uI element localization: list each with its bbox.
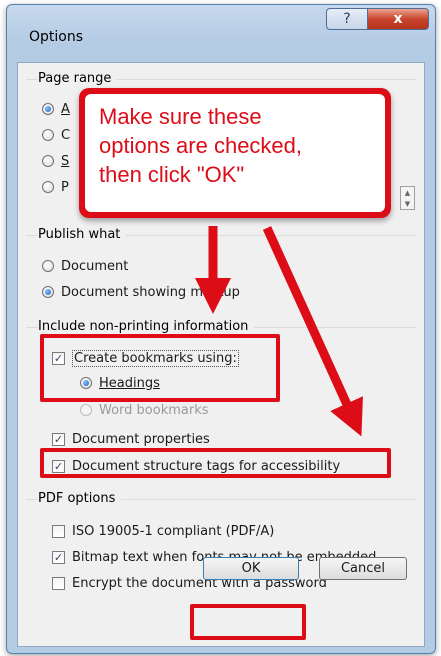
check-icon[interactable]: ✓	[52, 550, 65, 564]
page-range-option-current[interactable]: C	[42, 125, 70, 145]
ok-button[interactable]: OK	[203, 557, 299, 580]
publish-label-markup: Document showing markup	[61, 284, 240, 300]
instruction-callout: Make sure these options are checked, the…	[79, 88, 391, 218]
publish-label-document: Document	[61, 258, 129, 274]
callout-line-3: then click "OK"	[99, 162, 245, 187]
document-properties-label: Document properties	[72, 431, 210, 447]
page-range-label-all: A	[61, 101, 70, 117]
callout-line-2: options are checked,	[99, 133, 303, 158]
page-range-label-current: C	[61, 127, 71, 143]
radio-markup[interactable]	[42, 286, 54, 298]
cancel-button[interactable]: Cancel	[319, 557, 407, 580]
dialog-title: Options	[29, 29, 84, 45]
iso-label: ISO 19005-1 compliant (PDF/A)	[72, 523, 275, 539]
radio-selection[interactable]	[42, 155, 54, 167]
document-properties-checkbox[interactable]: ✓ Document properties	[52, 429, 210, 449]
non-printing-title: Include non-printing information	[38, 319, 255, 334]
publish-what-title: Publish what	[38, 227, 127, 242]
checkbox-empty[interactable]	[52, 524, 65, 538]
iso-checkbox[interactable]: ISO 19005-1 compliant (PDF/A)	[52, 521, 274, 541]
page-range-title: Page range	[38, 71, 118, 86]
publish-option-document[interactable]: Document	[42, 256, 128, 276]
radio-current[interactable]	[42, 129, 54, 141]
spin-down-icon[interactable]: ▼	[405, 200, 410, 208]
check-icon[interactable]: ✓	[52, 432, 65, 446]
radio-all[interactable]	[42, 103, 54, 115]
spin-up-icon[interactable]: ▲	[405, 189, 410, 197]
pdf-options-title: PDF options	[38, 491, 122, 506]
help-icon: ?	[343, 11, 351, 27]
radio-pages[interactable]	[42, 181, 54, 193]
callout-text: Make sure these options are checked, the…	[85, 94, 385, 212]
page-range-option-all[interactable]: A	[42, 99, 70, 119]
publish-option-markup[interactable]: Document showing markup	[42, 282, 240, 302]
highlight-ok-button	[190, 604, 306, 640]
highlight-bookmarks	[40, 334, 280, 402]
page-spinner[interactable]: ▲ ▼	[400, 186, 415, 210]
word-bookmarks-label: Word bookmarks	[99, 402, 209, 418]
page-range-label-selection: S	[61, 153, 70, 169]
callout-line-1: Make sure these	[99, 104, 262, 129]
close-icon: x	[393, 11, 403, 27]
highlight-structure-tags	[40, 448, 391, 478]
word-bookmarks-radio-option: Word bookmarks	[80, 400, 209, 420]
close-button[interactable]: x	[367, 8, 429, 30]
page-range-option-selection[interactable]: S	[42, 151, 69, 171]
radio-word-bookmarks	[80, 404, 92, 416]
page-range-label-pages: P	[61, 179, 69, 195]
checkbox-empty[interactable]	[52, 576, 65, 590]
help-button[interactable]: ?	[326, 8, 368, 30]
radio-document[interactable]	[42, 260, 54, 272]
page-range-option-pages[interactable]: P	[42, 177, 69, 197]
